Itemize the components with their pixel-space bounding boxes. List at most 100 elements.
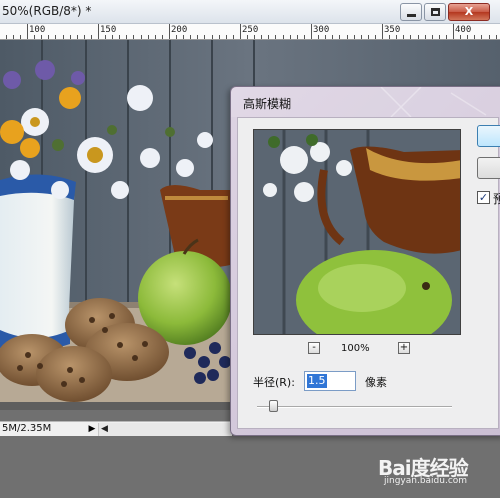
document-title-bar[interactable]: 50%(RGB/8*) * X bbox=[0, 0, 500, 24]
zoom-out-icon: - bbox=[312, 342, 316, 353]
ruler-label: 250 bbox=[242, 25, 259, 35]
preview-checkbox-label[interactable]: 预 bbox=[493, 190, 500, 207]
baidu-watermark: Bai度经验 jingyan.baidu.com bbox=[372, 446, 494, 494]
ruler-minor-tick bbox=[446, 35, 447, 39]
ruler-minor-tick bbox=[98, 35, 99, 39]
zoom-level: 100% bbox=[341, 343, 370, 354]
ruler-minor-tick bbox=[318, 35, 319, 39]
ruler-minor-tick bbox=[474, 35, 475, 39]
ruler-minor-tick bbox=[361, 35, 362, 39]
ruler-minor-tick bbox=[247, 35, 248, 39]
ruler-minor-tick bbox=[347, 35, 348, 39]
ruler-minor-tick bbox=[155, 35, 156, 39]
zoom-out-button[interactable]: - bbox=[308, 342, 320, 354]
cancel-button[interactable] bbox=[477, 157, 500, 179]
ruler-minor-tick bbox=[375, 35, 376, 39]
radius-value: 1.5 bbox=[307, 374, 327, 388]
ruler-minor-tick bbox=[403, 35, 404, 39]
close-icon: X bbox=[464, 5, 474, 18]
ruler-minor-tick bbox=[20, 35, 21, 39]
ruler-minor-tick bbox=[197, 35, 198, 39]
ruler-minor-tick bbox=[339, 35, 340, 39]
ruler-minor-tick bbox=[496, 35, 497, 39]
ruler-minor-tick bbox=[425, 35, 426, 39]
checkbox-check-icon: ✓ bbox=[478, 191, 489, 204]
ruler-label: 400 bbox=[455, 25, 472, 35]
radius-slider-track[interactable] bbox=[257, 406, 452, 408]
menu-arrow-icon[interactable]: ▶ bbox=[86, 423, 98, 435]
maximize-icon bbox=[431, 8, 440, 16]
ruler-minor-tick bbox=[176, 35, 177, 39]
maximize-button[interactable] bbox=[424, 3, 446, 21]
ruler-minor-tick bbox=[410, 35, 411, 39]
ruler-minor-tick bbox=[396, 35, 397, 39]
ruler-label: 150 bbox=[100, 25, 117, 35]
ruler-minor-tick bbox=[13, 35, 14, 39]
ruler-minor-tick bbox=[77, 35, 78, 39]
ruler-label: 200 bbox=[171, 25, 188, 35]
ruler-minor-tick bbox=[126, 35, 127, 39]
ruler-minor-tick bbox=[183, 35, 184, 39]
zoom-in-icon: + bbox=[399, 342, 409, 353]
ruler-minor-tick bbox=[233, 35, 234, 39]
ruler-minor-tick bbox=[169, 35, 170, 39]
ruler-minor-tick bbox=[489, 35, 490, 39]
ok-button[interactable] bbox=[477, 125, 500, 147]
ruler-minor-tick bbox=[311, 35, 312, 39]
minimize-button[interactable] bbox=[400, 3, 422, 21]
photoshop-workspace: 50%(RGB/8*) * X 100 150 200 250 300 350 400 bbox=[0, 0, 500, 498]
ruler-minor-tick bbox=[141, 35, 142, 39]
preview-checkbox[interactable]: ✓ bbox=[477, 191, 490, 204]
blur-preview[interactable] bbox=[253, 129, 461, 335]
status-bar: 5M/2.35M ▶ ◀ bbox=[0, 421, 232, 436]
radius-unit: 像素 bbox=[365, 376, 387, 389]
minimize-icon bbox=[407, 14, 416, 17]
ruler-minor-tick bbox=[453, 35, 454, 39]
ruler-minor-tick bbox=[439, 35, 440, 39]
ruler-minor-tick bbox=[63, 35, 64, 39]
radius-label: 半径(R): bbox=[253, 376, 295, 389]
ruler-minor-tick bbox=[481, 35, 482, 39]
ruler-label: 350 bbox=[384, 25, 401, 35]
ruler-minor-tick bbox=[368, 35, 369, 39]
ruler-minor-tick bbox=[41, 35, 42, 39]
ruler-minor-tick bbox=[112, 35, 113, 39]
close-button[interactable]: X bbox=[448, 3, 490, 21]
ruler-label: 300 bbox=[313, 25, 330, 35]
gaussian-blur-dialog[interactable]: 高斯模糊 - 100% + 半径(R): 1.5 像素 ✓ bbox=[230, 86, 500, 436]
ruler-minor-tick bbox=[91, 35, 92, 39]
ruler-minor-tick bbox=[460, 35, 461, 39]
ruler-minor-tick bbox=[268, 35, 269, 39]
ruler-minor-tick bbox=[332, 35, 333, 39]
ruler-minor-tick bbox=[212, 35, 213, 39]
ruler-minor-tick bbox=[219, 35, 220, 39]
ruler-minor-tick bbox=[325, 35, 326, 39]
ruler-minor-tick bbox=[55, 35, 56, 39]
ruler-minor-tick bbox=[467, 35, 468, 39]
ruler-minor-tick bbox=[105, 35, 106, 39]
ruler-minor-tick bbox=[275, 35, 276, 39]
ruler-minor-tick bbox=[190, 35, 191, 39]
ruler-minor-tick bbox=[432, 35, 433, 39]
radius-input[interactable]: 1.5 bbox=[304, 371, 356, 391]
ruler-minor-tick bbox=[204, 35, 205, 39]
horizontal-ruler[interactable]: 100 150 200 250 300 350 400 bbox=[0, 24, 500, 40]
ruler-minor-tick bbox=[162, 35, 163, 39]
zoom-in-button[interactable]: + bbox=[398, 342, 410, 354]
ruler-minor-tick bbox=[6, 35, 7, 39]
ruler-minor-tick bbox=[283, 35, 284, 39]
ruler-minor-tick bbox=[418, 35, 419, 39]
ruler-label: 100 bbox=[29, 25, 46, 35]
ruler-minor-tick bbox=[119, 35, 120, 39]
scroll-left-icon[interactable]: ◀ bbox=[101, 423, 108, 436]
ruler-minor-tick bbox=[354, 35, 355, 39]
watermark-url: jingyan.baidu.com bbox=[384, 476, 468, 486]
ruler-minor-tick bbox=[261, 35, 262, 39]
ruler-minor-tick bbox=[382, 35, 383, 39]
radius-slider-thumb[interactable] bbox=[269, 400, 278, 412]
horizontal-scrollbar[interactable]: ◀ bbox=[98, 423, 232, 436]
ruler-minor-tick bbox=[84, 35, 85, 39]
ruler-minor-tick bbox=[297, 35, 298, 39]
ruler-minor-tick bbox=[48, 35, 49, 39]
ruler-minor-tick bbox=[148, 35, 149, 39]
